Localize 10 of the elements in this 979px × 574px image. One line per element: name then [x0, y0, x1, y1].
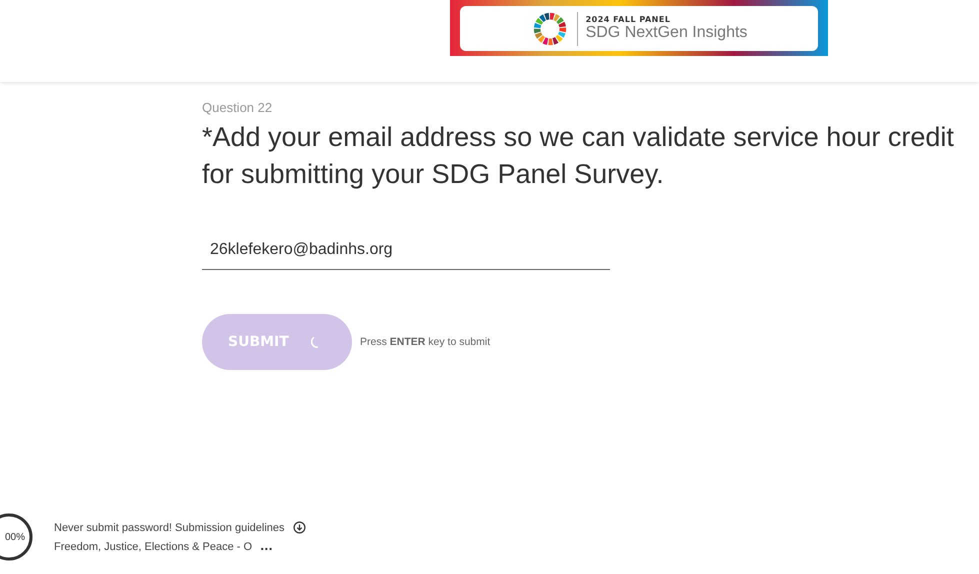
- section-title: Freedom, Justice, Elections & Peace - O: [54, 540, 252, 552]
- banner-title: SDG NextGen Insights: [586, 24, 748, 42]
- notice-text: Never submit password! Submission guidelines: [54, 522, 284, 534]
- more-link[interactable]: ...: [260, 540, 273, 553]
- question-number: Question 22: [202, 100, 274, 115]
- progress-ring: 00%: [0, 512, 34, 562]
- download-icon[interactable]: [292, 521, 306, 534]
- question-text: *Add your email address so we can validate service hour credit for submitting your SDG Panel Survey.: [202, 121, 955, 191]
- submit-hint: Press ENTER key to submit: [360, 336, 490, 348]
- banner-kicker: 2024 FALL PANEL: [586, 15, 672, 24]
